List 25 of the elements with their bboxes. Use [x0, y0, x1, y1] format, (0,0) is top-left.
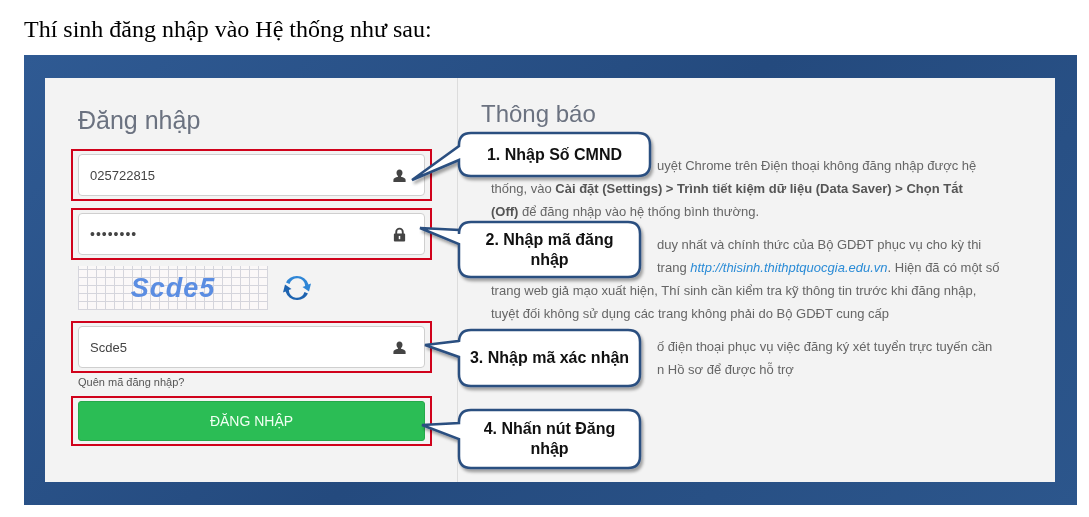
notice-text: trang http://thisinh.thithptquocgia.edu.vn. Hiện đã có một số — [657, 259, 1000, 277]
callout-text: 3. Nhập mã xác nhận — [469, 348, 630, 368]
callout-text: 2. Nhập mã đăng nhập — [484, 229, 615, 270]
notice-text: uyệt Chrome trên Điện thoại không đăng nhập được hệ — [657, 157, 977, 175]
input-field[interactable]: Scde5 — [78, 326, 425, 368]
notice-text: ố điện thoại phục vụ việc đăng ký xét tuyển trực tuyến cần — [657, 338, 993, 356]
captcha-text: Scde5 — [130, 272, 216, 304]
callout-text: 4. Nhấn nút Đăng nhập — [482, 419, 617, 459]
notice-title: Thông báo — [481, 100, 596, 128]
forgot-password-link[interactable]: Quên mã đăng nhập? — [78, 376, 185, 388]
notice-text: thống, vào Cài đặt (Settings) > Trình tiết kiệm dữ liệu (Data Saver) > Chọn Tắt — [491, 180, 963, 198]
user-icon — [392, 339, 407, 355]
document-heading: Thí sinh đăng nhập vào Hệ thống như sau: — [24, 15, 433, 44]
notice-text: tuyệt đối không sử dụng các trang không phải do Bộ GDĐT cung cấp — [491, 305, 889, 323]
user-icon — [392, 167, 407, 183]
notice-text: n Hồ sơ để được hỗ trợ — [657, 361, 794, 379]
refresh-icon[interactable] — [282, 273, 312, 303]
notice-text: duy nhất và chính thức của Bộ GDĐT phục vụ cho kỳ thi — [657, 236, 982, 254]
notice-text: (Off) để đăng nhập vào hệ thống bình thường. — [491, 203, 760, 221]
input-field[interactable]: 025722815 — [78, 154, 425, 196]
notice-text: trang web giả mạo xuất hiện, Thí sinh cần kiểm tra kỹ thông tin trước khi đăng nhập, — [491, 282, 977, 300]
password-field[interactable]: •••••••• — [78, 213, 425, 255]
lock-icon — [392, 226, 407, 242]
login-title: Đăng nhập — [78, 105, 201, 136]
callout-text: 1. Nhập Số CMND — [486, 144, 623, 165]
